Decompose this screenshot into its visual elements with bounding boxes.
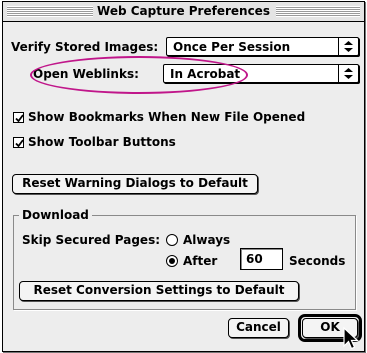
highlight-ellipse	[30, 56, 248, 94]
cancel-button[interactable]: Cancel	[228, 318, 289, 338]
window-title-container: Web Capture Preferences	[3, 4, 364, 19]
seconds-input-value: 60	[246, 252, 263, 266]
show-toolbar-checkbox[interactable]	[13, 137, 24, 148]
preferences-dialog: Web Capture Preferences Verify Stored Im…	[2, 1, 365, 352]
seconds-unit-label: Seconds	[289, 254, 346, 268]
reset-warning-dialogs-button[interactable]: Reset Warning Dialogs to Default	[12, 174, 258, 194]
show-bookmarks-checkbox[interactable]	[13, 112, 24, 123]
radio-always[interactable]	[166, 234, 178, 246]
checkmark-icon	[15, 139, 24, 148]
skip-secured-pages-label: Skip Secured Pages:	[22, 233, 161, 247]
show-bookmarks-label[interactable]: Show Bookmarks When New File Opened	[28, 110, 305, 124]
radio-after[interactable]	[166, 255, 178, 267]
popup-arrows-icon	[338, 38, 358, 55]
verify-stored-images-value: Once Per Session	[173, 40, 291, 54]
radio-always-label[interactable]: Always	[183, 233, 230, 247]
window-title: Web Capture Preferences	[93, 4, 274, 18]
verify-stored-images-popup[interactable]: Once Per Session	[166, 37, 359, 56]
reset-conversion-settings-button[interactable]: Reset Conversion Settings to Default	[19, 281, 299, 301]
show-toolbar-label[interactable]: Show Toolbar Buttons	[28, 135, 176, 149]
popup-arrows-icon	[338, 65, 358, 82]
title-bar[interactable]: Web Capture Preferences	[3, 2, 364, 22]
verify-stored-images-label: Verify Stored Images:	[11, 40, 159, 54]
seconds-input[interactable]: 60	[240, 248, 283, 270]
radio-after-dot	[169, 258, 175, 264]
mouse-pointer-icon	[343, 327, 360, 350]
radio-after-label[interactable]: After	[183, 254, 217, 268]
download-group-title: Download	[19, 208, 92, 222]
checkmark-icon	[15, 114, 24, 123]
